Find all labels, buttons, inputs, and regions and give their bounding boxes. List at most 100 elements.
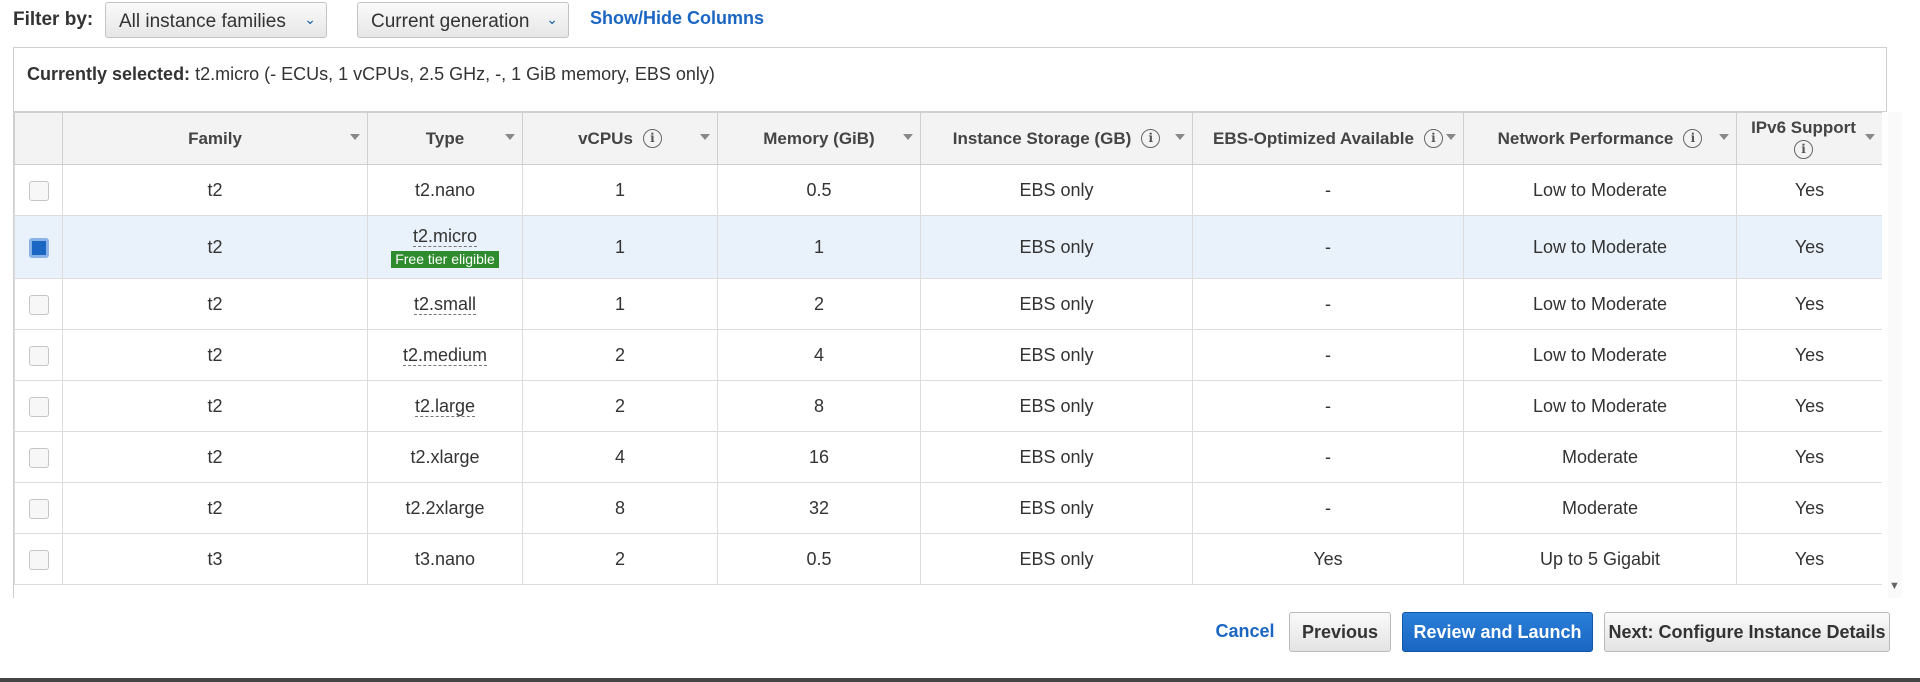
table-row[interactable]: t2 t2.xlarge 4 16 EBS only - Moderate Yes: [14, 431, 1882, 483]
next-configure-instance-button[interactable]: Next: Configure Instance Details: [1604, 612, 1890, 652]
cell-network: Up to 5 Gigabit: [1463, 533, 1737, 585]
cell-type: t2.medium: [367, 329, 523, 381]
row-select-checkbox[interactable]: [28, 498, 49, 519]
currently-selected-detail: t2.micro (- ECUs, 1 vCPUs, 2.5 GHz, -, 1…: [195, 64, 715, 84]
cell-memory: 4: [717, 329, 921, 381]
memory-header-label: Memory (GiB): [763, 128, 875, 148]
instance-type-label[interactable]: t2.micro: [412, 225, 477, 247]
sort-caret-icon[interactable]: [1719, 134, 1729, 140]
column-header-vcpus[interactable]: vCPUs i: [522, 112, 718, 165]
row-select-checkbox[interactable]: [28, 294, 49, 315]
row-select-checkbox[interactable]: [28, 237, 49, 258]
network-value: Moderate: [1561, 446, 1639, 467]
sort-caret-icon[interactable]: [700, 134, 710, 140]
table-row[interactable]: t2 t2.nano 1 0.5 EBS only - Low to Moderate Yes: [14, 164, 1882, 216]
cell-checkbox: [14, 533, 63, 585]
cancel-button[interactable]: Cancel: [1205, 612, 1285, 652]
family-value: t2: [207, 293, 223, 314]
ebs-value: -: [1325, 344, 1331, 365]
info-icon[interactable]: i: [1141, 129, 1161, 148]
chevron-down-icon: ⌄: [546, 11, 558, 27]
table-row[interactable]: t2 t2.2xlarge 8 32 EBS only - Moderate Yes: [14, 482, 1882, 534]
filter-bar: Filter by: All instance families ⌄ Curre…: [0, 0, 1920, 42]
column-header-network[interactable]: Network Performance i: [1463, 112, 1737, 165]
review-and-launch-button[interactable]: Review and Launch: [1402, 612, 1593, 652]
family-value: t3: [207, 548, 223, 569]
cell-storage: EBS only: [920, 431, 1193, 483]
cell-family: t2: [62, 482, 368, 534]
previous-button[interactable]: Previous: [1289, 612, 1391, 652]
memory-value: 0.5: [806, 548, 832, 569]
table-row[interactable]: t2 t2.small 1 2 EBS only - Low to Moderate Yes: [14, 278, 1882, 330]
sort-caret-icon[interactable]: [1865, 134, 1875, 140]
column-header-ebs[interactable]: EBS-Optimized Available i: [1192, 112, 1464, 165]
table-row[interactable]: t2 t2.micro Free tier eligible 1 1 EBS only - L…: [14, 215, 1882, 279]
vcpus-value: 1: [614, 179, 625, 200]
scroll-down-icon[interactable]: ▼: [1889, 580, 1900, 592]
instance-type-label[interactable]: t3.nano: [415, 549, 475, 569]
column-header-ipv6[interactable]: IPv6 Support i: [1736, 112, 1882, 165]
info-icon[interactable]: i: [1793, 140, 1813, 159]
column-header-family[interactable]: Family: [62, 112, 368, 165]
generation-select[interactable]: Current generation ⌄: [357, 2, 569, 38]
cell-checkbox: [14, 164, 63, 216]
table-scrollbar[interactable]: [1888, 112, 1902, 598]
family-value: t2: [207, 497, 223, 518]
table-row[interactable]: t2 t2.medium 2 4 EBS only - Low to Moderate Yes: [14, 329, 1882, 381]
instance-type-label[interactable]: t2.medium: [402, 344, 488, 366]
column-header-type[interactable]: Type: [367, 112, 523, 165]
cell-network: Low to Moderate: [1463, 380, 1737, 432]
column-header-memory[interactable]: Memory (GiB): [717, 112, 921, 165]
sort-caret-icon[interactable]: [350, 134, 360, 140]
ipv6-value: Yes: [1794, 395, 1825, 416]
ipv6-value: Yes: [1794, 293, 1825, 314]
column-header-storage[interactable]: Instance Storage (GB) i: [920, 112, 1193, 165]
instance-type-label[interactable]: t2.nano: [415, 180, 475, 200]
cell-ebs: -: [1192, 380, 1464, 432]
sort-caret-icon[interactable]: [505, 134, 515, 140]
storage-value: EBS only: [1019, 548, 1094, 569]
cell-memory: 0.5: [717, 533, 921, 585]
storage-value: EBS only: [1019, 344, 1094, 365]
ebs-value: -: [1325, 446, 1331, 467]
sort-caret-icon[interactable]: [903, 134, 913, 140]
instance-type-label[interactable]: t2.small: [413, 293, 476, 315]
row-select-checkbox[interactable]: [28, 549, 49, 570]
cell-type: t2.small: [367, 278, 523, 330]
cell-checkbox: [14, 380, 63, 432]
table-row[interactable]: t2 t2.large 2 8 EBS only - Low to Moderate Yes: [14, 380, 1882, 432]
instance-type-label[interactable]: t2.large: [414, 395, 476, 417]
instance-family-select[interactable]: All instance families ⌄: [105, 2, 327, 38]
info-icon[interactable]: i: [642, 129, 662, 148]
ebs-value: -: [1325, 395, 1331, 416]
network-value: Low to Moderate: [1532, 293, 1668, 314]
cell-ipv6: Yes: [1736, 533, 1882, 585]
vcpus-value: 4: [614, 446, 625, 467]
info-icon[interactable]: i: [1683, 129, 1703, 148]
cell-storage: EBS only: [920, 533, 1193, 585]
row-select-checkbox[interactable]: [28, 345, 49, 366]
storage-value: EBS only: [1019, 179, 1094, 200]
show-hide-columns-link[interactable]: Show/Hide Columns: [590, 8, 764, 29]
info-icon[interactable]: i: [1423, 129, 1443, 148]
vcpus-value: 1: [614, 293, 625, 314]
table-row[interactable]: t3 t3.nano 2 0.5 EBS only Yes Up to 5 Gigabit Y…: [14, 533, 1882, 585]
sort-caret-icon[interactable]: [1175, 134, 1185, 140]
cell-type: t2.xlarge: [367, 431, 523, 483]
cell-ipv6: Yes: [1736, 278, 1882, 330]
cell-family: t2: [62, 329, 368, 381]
row-select-checkbox[interactable]: [28, 396, 49, 417]
cell-memory: 32: [717, 482, 921, 534]
cell-storage: EBS only: [920, 164, 1193, 216]
cell-network: Low to Moderate: [1463, 278, 1737, 330]
cell-ipv6: Yes: [1736, 380, 1882, 432]
sort-caret-icon[interactable]: [1446, 134, 1456, 140]
ebs-value: -: [1325, 179, 1331, 200]
cell-vcpus: 1: [522, 278, 718, 330]
cell-ipv6: Yes: [1736, 431, 1882, 483]
row-select-checkbox[interactable]: [28, 447, 49, 468]
instance-type-label[interactable]: t2.2xlarge: [405, 498, 484, 518]
ebs-header-label: EBS-Optimized Available: [1213, 128, 1414, 148]
row-select-checkbox[interactable]: [28, 180, 49, 201]
instance-type-label[interactable]: t2.xlarge: [410, 447, 479, 467]
